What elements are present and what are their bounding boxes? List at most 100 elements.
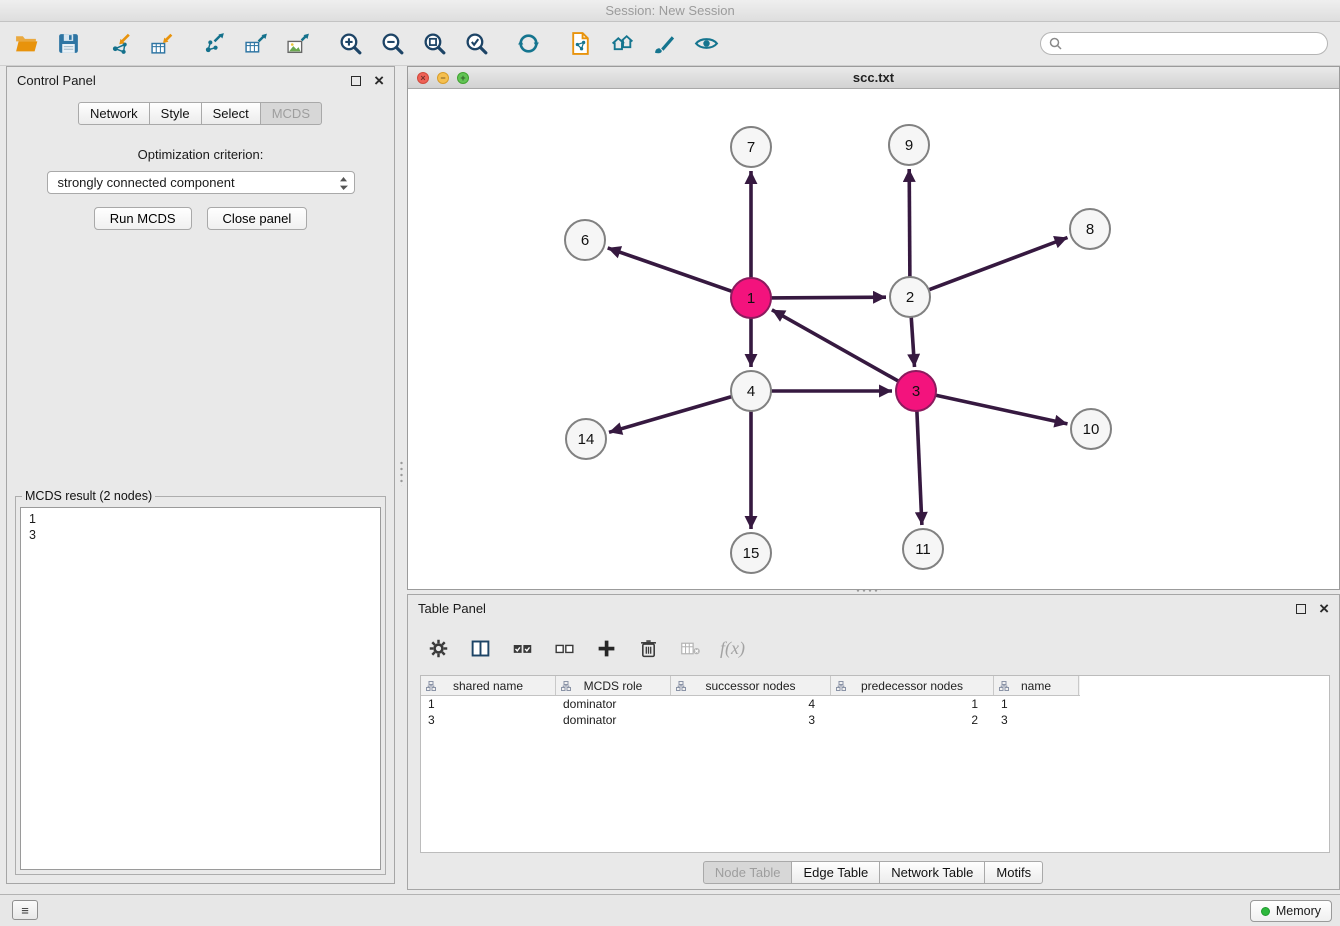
node-table-body: 1dominator4113dominator323	[421, 696, 1329, 728]
paint-style-button[interactable]	[650, 30, 678, 58]
graph-edge-3-1[interactable]	[772, 310, 900, 382]
run-mcds-button[interactable]: Run MCDS	[94, 207, 192, 230]
tab-network-table[interactable]: Network Table	[879, 861, 985, 884]
table-row[interactable]: 3dominator323	[421, 712, 1329, 728]
graph-edge-3-11[interactable]	[917, 409, 922, 525]
graph-edge-2-8[interactable]	[927, 238, 1068, 291]
home-pair-icon	[610, 31, 635, 56]
network-canvas-svg[interactable]: 7 9 6 8 1 2 4 3 14 10 15 11	[408, 89, 1339, 589]
column-header-MCDS-role[interactable]: MCDS role	[556, 676, 671, 695]
graph-node-14[interactable]: 14	[566, 419, 606, 459]
sort-hierarchy-icon	[836, 681, 846, 691]
column-header-predecessor-nodes[interactable]: predecessor nodes	[831, 676, 994, 695]
window-title: Session: New Session	[605, 3, 734, 18]
graph-node-3[interactable]: 3	[896, 371, 936, 411]
deselect-all-button[interactable]	[552, 636, 576, 660]
mcds-result-item[interactable]: 1	[29, 511, 372, 527]
close-table-panel-icon[interactable]: ×	[1319, 602, 1329, 616]
column-header-shared-name[interactable]: shared name	[421, 676, 556, 695]
delete-table-button[interactable]	[678, 636, 702, 660]
table-cell[interactable]: 1	[994, 697, 1079, 711]
graph-node-7[interactable]: 7	[731, 127, 771, 167]
graph-node-15[interactable]: 15	[731, 533, 771, 573]
show-columns-button[interactable]	[468, 636, 492, 660]
mcds-result-item[interactable]: 3	[29, 527, 372, 543]
tab-select[interactable]: Select	[201, 102, 261, 125]
graph-edge-1-2[interactable]	[769, 297, 886, 298]
graph-edge-4-14[interactable]	[609, 396, 734, 432]
float-table-panel-icon[interactable]	[1296, 604, 1306, 614]
import-table-button[interactable]	[148, 30, 176, 58]
tab-node-table[interactable]: Node Table	[703, 861, 793, 884]
close-window-icon[interactable]: ×	[417, 72, 429, 84]
export-image-button[interactable]	[284, 30, 312, 58]
vertical-splitter-handle[interactable]	[399, 460, 404, 486]
table-cell[interactable]: 3	[421, 713, 556, 727]
zoom-in-button[interactable]	[336, 30, 364, 58]
criterion-dropdown[interactable]: strongly connected component	[47, 171, 355, 194]
close-panel-icon[interactable]: ×	[374, 74, 384, 88]
graph-node-2[interactable]: 2	[890, 277, 930, 317]
function-builder-button[interactable]: f(x)	[720, 636, 745, 660]
graph-edge-2-3[interactable]	[911, 315, 914, 367]
column-header-successor-nodes[interactable]: successor nodes	[671, 676, 831, 695]
graph-node-4[interactable]: 4	[731, 371, 771, 411]
table-cell[interactable]: dominator	[556, 697, 671, 711]
select-all-button[interactable]	[510, 636, 534, 660]
add-column-button[interactable]	[594, 636, 618, 660]
network-window-titlebar[interactable]: × − + scc.txt	[408, 67, 1339, 89]
global-search-field[interactable]	[1040, 32, 1328, 55]
new-network-button[interactable]	[200, 30, 228, 58]
table-cell[interactable]: 1	[421, 697, 556, 711]
close-panel-button[interactable]: Close panel	[207, 207, 308, 230]
column-header-name[interactable]: name	[994, 676, 1079, 695]
zoom-window-icon[interactable]: +	[457, 72, 469, 84]
graph-node-10[interactable]: 10	[1071, 409, 1111, 449]
zoom-fit-button[interactable]	[420, 30, 448, 58]
export-table-icon	[244, 31, 269, 56]
import-network-button[interactable]	[106, 30, 134, 58]
graph-edge-3-10[interactable]	[934, 395, 1068, 424]
show-panel-button[interactable]: ≡	[12, 900, 38, 920]
mcds-result-list[interactable]: 13	[20, 507, 381, 870]
tab-network[interactable]: Network	[78, 102, 150, 125]
node-table-header: shared nameMCDS rolesuccessor nodesprede…	[421, 676, 1080, 696]
graph-edge-2-9[interactable]	[909, 169, 910, 279]
graph-node-9[interactable]: 9	[889, 125, 929, 165]
graph-node-11[interactable]: 11	[903, 529, 943, 569]
tab-mcds[interactable]: MCDS	[260, 102, 322, 125]
graph-edge-1-6[interactable]	[608, 248, 734, 292]
network-canvas[interactable]: 7 9 6 8 1 2 4 3 14 10 15 11	[408, 89, 1339, 589]
zoom-selected-button[interactable]	[462, 30, 490, 58]
table-row[interactable]: 1dominator411	[421, 696, 1329, 712]
delete-column-button[interactable]	[636, 636, 660, 660]
table-cell[interactable]: 4	[671, 697, 831, 711]
minimize-window-icon[interactable]: −	[437, 72, 449, 84]
float-panel-icon[interactable]	[351, 76, 361, 86]
network-document-button[interactable]	[566, 30, 594, 58]
export-table-button[interactable]	[242, 30, 270, 58]
zoom-out-button[interactable]	[378, 30, 406, 58]
table-cell[interactable]: 2	[831, 713, 994, 727]
table-settings-button[interactable]	[426, 636, 450, 660]
graph-node-8[interactable]: 8	[1070, 209, 1110, 249]
table-cell[interactable]: 3	[671, 713, 831, 727]
show-hide-button[interactable]	[692, 30, 720, 58]
search-input[interactable]	[1068, 37, 1319, 51]
refresh-icon	[516, 31, 541, 56]
tab-motifs[interactable]: Motifs	[984, 861, 1043, 884]
home-button[interactable]	[608, 30, 636, 58]
open-session-button[interactable]	[12, 30, 40, 58]
save-session-button[interactable]	[54, 30, 82, 58]
table-cell[interactable]: 1	[831, 697, 994, 711]
graph-node-1[interactable]: 1	[731, 278, 771, 318]
horizontal-splitter-handle[interactable]	[855, 588, 881, 593]
table-cell[interactable]: dominator	[556, 713, 671, 727]
tab-style[interactable]: Style	[149, 102, 202, 125]
paintbrush-icon	[652, 31, 677, 56]
graph-node-6[interactable]: 6	[565, 220, 605, 260]
tab-edge-table[interactable]: Edge Table	[791, 861, 880, 884]
memory-button[interactable]: Memory	[1250, 900, 1332, 922]
refresh-button[interactable]	[514, 30, 542, 58]
table-cell[interactable]: 3	[994, 713, 1079, 727]
